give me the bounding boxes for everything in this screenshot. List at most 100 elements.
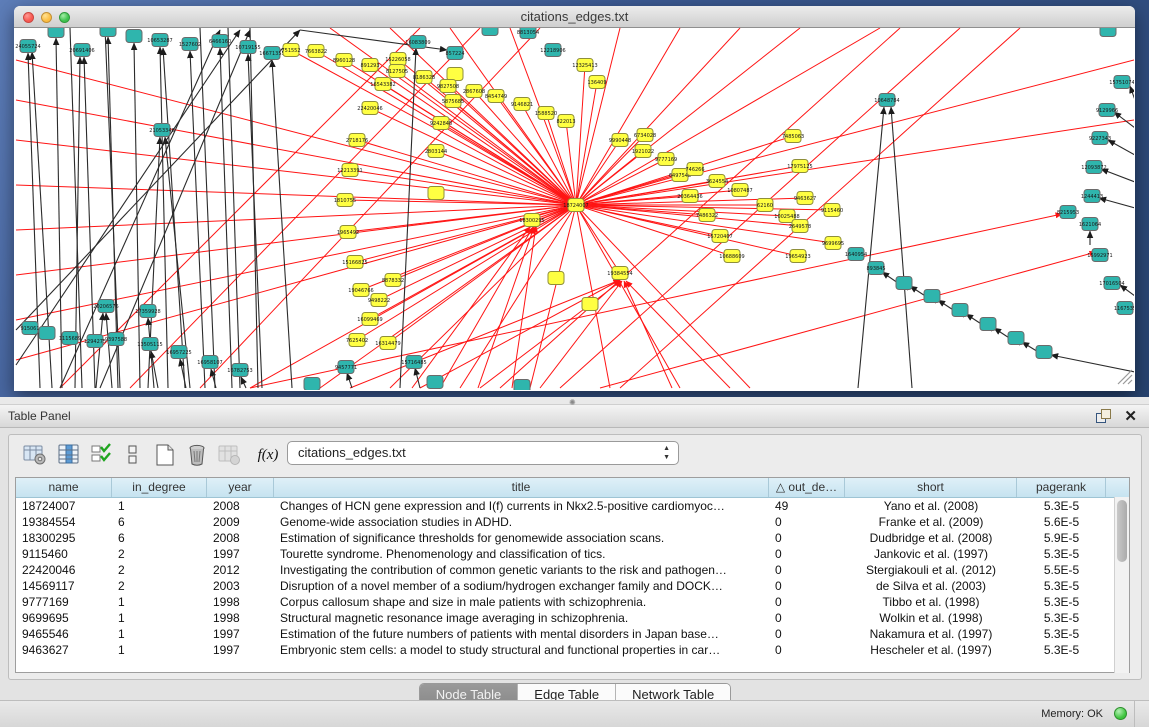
- graph-edge[interactable]: [350, 280, 620, 388]
- graph-node[interactable]: 1244413: [1081, 190, 1103, 203]
- graph-node[interactable]: 9990448: [609, 134, 631, 147]
- graph-node[interactable]: 17016504: [1099, 277, 1124, 290]
- graph-node[interactable]: 24055724: [15, 40, 40, 53]
- graph-node[interactable]: 15751074: [1109, 76, 1134, 89]
- graph-node[interactable]: 746266: [685, 163, 704, 176]
- graph-node[interactable]: 1640954: [845, 248, 867, 261]
- graph-node[interactable]: 1527602: [179, 38, 201, 51]
- graph-node[interactable]: [100, 28, 116, 37]
- graph-node[interactable]: 15716485: [401, 356, 426, 369]
- graph-edge[interactable]: [1101, 169, 1134, 182]
- graph-node[interactable]: 2718176: [346, 134, 368, 147]
- graph-node[interactable]: 2867608: [463, 85, 485, 98]
- graph-node[interactable]: 136409: [587, 76, 606, 89]
- graph-node[interactable]: 10807487: [727, 184, 752, 197]
- graph-node[interactable]: 5875685: [442, 95, 464, 108]
- graph-node[interactable]: 20206576: [93, 300, 118, 313]
- graph-node[interactable]: 1294275: [84, 335, 106, 348]
- graph-edge[interactable]: [1130, 86, 1134, 100]
- graph-node[interactable]: [304, 378, 320, 391]
- graph-node[interactable]: 20691406: [69, 44, 94, 57]
- table-row[interactable]: 2242004622012Investigating the contribut…: [16, 562, 1129, 578]
- toggle-column-button[interactable]: [55, 441, 83, 469]
- close-panel-icon[interactable]: ✕: [1124, 407, 1137, 425]
- table-row[interactable]: 911546021997Tourette syndrome. Phenomeno…: [16, 546, 1129, 562]
- table-row[interactable]: 1456911722003Disruption of a novel membe…: [16, 578, 1129, 594]
- select-rows-button[interactable]: [87, 441, 115, 469]
- graph-node[interactable]: 8215953: [1057, 206, 1079, 219]
- graph-node[interactable]: 9699695: [822, 237, 844, 250]
- graph-node[interactable]: 10648784: [874, 94, 899, 107]
- graph-node[interactable]: 7663822: [305, 45, 327, 58]
- graph-node[interactable]: [1100, 28, 1116, 37]
- graph-node[interactable]: 62160: [757, 199, 773, 212]
- graph-edge[interactable]: [16, 30, 240, 365]
- panel-splitter[interactable]: ✺: [0, 397, 1149, 405]
- graph-edge[interactable]: [400, 48, 416, 388]
- table-row[interactable]: 946554611997Estimation of the future num…: [16, 626, 1129, 642]
- graph-node[interactable]: 16314479: [375, 337, 400, 350]
- graph-edge[interactable]: [1051, 355, 1134, 372]
- graph-edge[interactable]: [241, 377, 246, 388]
- graph-node[interactable]: 9498222: [368, 294, 390, 307]
- graph-node[interactable]: 10653287: [147, 34, 172, 47]
- graph-edge[interactable]: [60, 30, 220, 388]
- graph-node[interactable]: 857224: [445, 47, 464, 60]
- graph-node[interactable]: 891293: [360, 59, 379, 72]
- graph-node[interactable]: 8454749: [485, 90, 507, 103]
- network-window-titlebar[interactable]: citations_edges.txt: [14, 6, 1135, 28]
- citation-network-graph[interactable]: 24055724 20691406 10653287 1527602 6466160 10…: [15, 28, 1134, 390]
- graph-node[interactable]: [514, 380, 530, 391]
- graph-edge[interactable]: [397, 71, 576, 205]
- graph-node[interactable]: 6466160: [209, 35, 231, 48]
- graph-edge[interactable]: [576, 28, 620, 205]
- graph-edge[interactable]: [347, 373, 352, 388]
- table-row[interactable]: 977716911998Corpus callosum shape and si…: [16, 594, 1129, 610]
- graph-node[interactable]: [126, 30, 142, 43]
- graph-node[interactable]: 822013: [556, 115, 575, 128]
- graph-edge[interactable]: [357, 140, 576, 205]
- graph-edge[interactable]: [540, 281, 622, 388]
- table-row[interactable]: 1830029562008Estimation of significance …: [16, 530, 1129, 546]
- graph-node[interactable]: 9827508: [437, 80, 459, 93]
- graph-node[interactable]: 1588520: [535, 107, 557, 120]
- table-vertical-scrollbar[interactable]: [1114, 497, 1129, 673]
- graph-edge[interactable]: [1099, 198, 1134, 208]
- table-settings-button[interactable]: [21, 441, 49, 469]
- graph-node[interactable]: [1008, 332, 1024, 345]
- table-selector-dropdown[interactable]: citations_edges.txt ▲▼: [287, 441, 679, 465]
- graph-node[interactable]: [980, 318, 996, 331]
- graph-node[interactable]: [952, 304, 968, 317]
- graph-node[interactable]: 15226058: [385, 53, 410, 66]
- graph-node[interactable]: [582, 298, 598, 311]
- graph-node[interactable]: [924, 290, 940, 303]
- graph-node[interactable]: 751552: [281, 44, 300, 57]
- graph-node[interactable]: 8960128: [333, 54, 355, 67]
- graph-node[interactable]: 7485063: [782, 130, 804, 143]
- graph-node[interactable]: 8813054: [517, 28, 539, 39]
- graph-edge[interactable]: [576, 205, 610, 388]
- graph-node[interactable]: 893845: [866, 262, 885, 275]
- graph-node[interactable]: 16958107: [197, 356, 222, 369]
- canvas-resize-grip[interactable]: [1118, 370, 1132, 384]
- graph-edge[interactable]: [576, 205, 680, 388]
- graph-edge[interactable]: [16, 60, 576, 205]
- column-header-in-degree[interactable]: in_degree: [112, 478, 207, 497]
- column-header-out-degree[interactable]: △ out_de…: [769, 478, 845, 497]
- memory-ok-led-icon[interactable]: [1114, 707, 1127, 720]
- graph-node[interactable]: 1167535: [1114, 302, 1134, 315]
- graph-node[interactable]: 12093872: [1081, 161, 1106, 174]
- graph-node[interactable]: 17975125: [787, 160, 812, 173]
- graph-node[interactable]: 15166825: [342, 256, 367, 269]
- graph-node[interactable]: [48, 28, 64, 38]
- graph-node[interactable]: [482, 28, 498, 36]
- graph-node[interactable]: [427, 376, 443, 389]
- graph-edge[interactable]: [1108, 140, 1134, 155]
- function-builder-button[interactable]: f(x): [251, 441, 285, 469]
- graph-node[interactable]: 9463627: [794, 192, 816, 205]
- graph-node[interactable]: 8186328: [413, 71, 435, 84]
- graph-node[interactable]: [428, 187, 444, 200]
- graph-node[interactable]: 1115689: [59, 332, 81, 345]
- graph-edge[interactable]: [624, 281, 672, 388]
- column-header-pagerank[interactable]: pagerank: [1017, 478, 1106, 497]
